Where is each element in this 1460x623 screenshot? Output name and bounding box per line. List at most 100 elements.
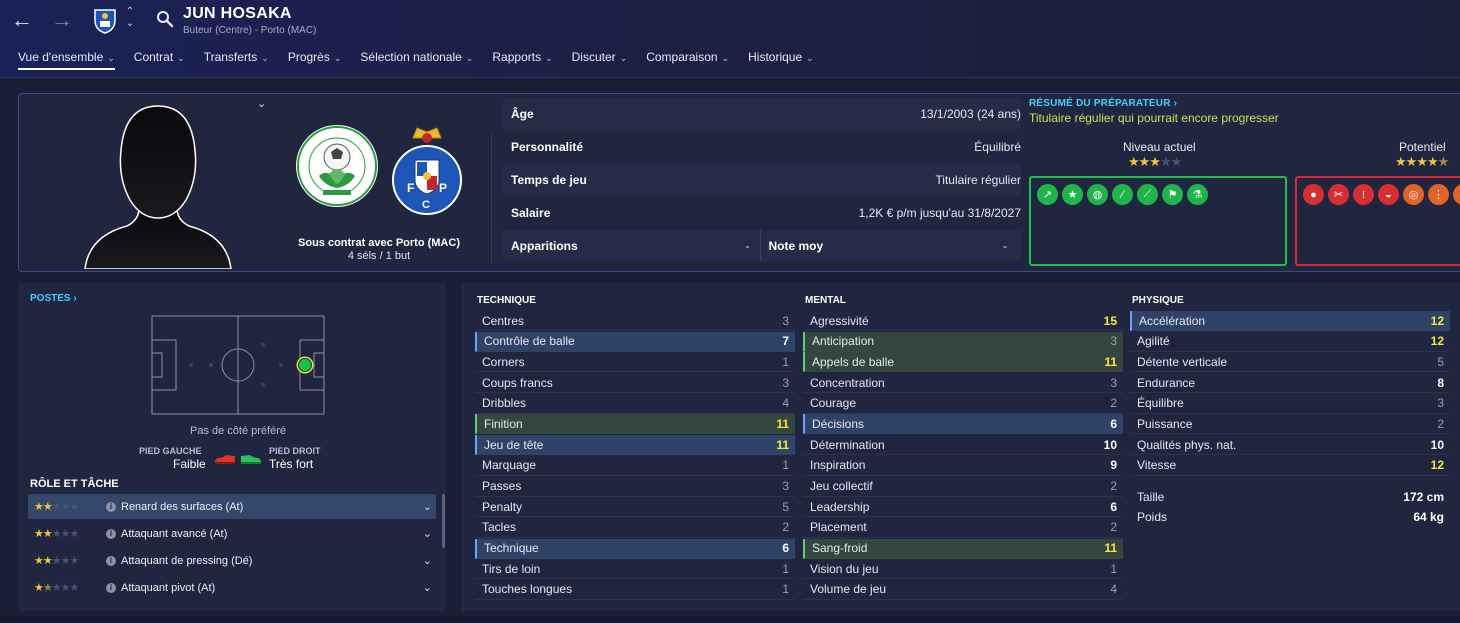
attribute-row[interactable]: Anticipation 3 bbox=[803, 331, 1123, 352]
attribute-row[interactable]: Sang-froid 11 bbox=[803, 538, 1123, 559]
tab-bar: Vue d'ensemble ⌄ Contrat ⌄ Transferts ⌄ Pro… bbox=[10, 48, 825, 70]
positions-panel: POSTES › Pas de côté préféré PIED GAUCHE… bbox=[18, 283, 446, 611]
attribute-row[interactable]: Détente verticale 5 bbox=[1130, 352, 1450, 373]
up-down-icon[interactable]: ⌃ ⌄ bbox=[124, 6, 136, 30]
svg-text:C: C bbox=[422, 199, 430, 211]
tab-national[interactable]: Sélection nationale ⌄ bbox=[352, 48, 481, 70]
tab-progress[interactable]: Progrès ⌄ bbox=[280, 48, 350, 70]
tab-discuss[interactable]: Discuter ⌄ bbox=[564, 48, 636, 70]
attribute-row[interactable]: Qualités phys. nat. 10 bbox=[1130, 435, 1450, 456]
attribute-row[interactable]: Finition 11 bbox=[475, 414, 795, 435]
role-list-scrollbar[interactable] bbox=[442, 494, 445, 548]
trend-up-icon[interactable]: ↗ bbox=[1037, 184, 1058, 205]
tab-reports[interactable]: Rapports ⌄ bbox=[484, 48, 560, 70]
attribute-row[interactable]: Tirs de loin 1 bbox=[475, 559, 795, 580]
flag-icon[interactable]: ⚑ bbox=[1162, 184, 1183, 205]
pitch-diagram bbox=[151, 315, 325, 415]
boot-icon[interactable]: ∕ bbox=[1112, 184, 1133, 205]
attribute-row[interactable]: Passes 3 bbox=[475, 477, 795, 497]
attribute-row[interactable]: Contrôle de balle 7 bbox=[475, 331, 795, 352]
info-icon[interactable]: i bbox=[106, 555, 116, 566]
role-item[interactable]: ★★★★★ i Attaquant pivot (At) ⌄ bbox=[28, 575, 436, 600]
attribute-row[interactable]: Marquage 1 bbox=[475, 456, 795, 476]
info-row-playtime[interactable]: Temps de jeu Titulaire régulier bbox=[503, 164, 1021, 195]
info-row-personality[interactable]: Personnalité Équilibré bbox=[503, 131, 1021, 162]
foot-icon[interactable]: ✂ bbox=[1328, 184, 1349, 205]
attribute-row[interactable]: Vision du jeu 1 bbox=[803, 559, 1123, 580]
tab-comparison[interactable]: Comparaison ⌄ bbox=[638, 48, 737, 70]
attribute-row[interactable]: Endurance 8 bbox=[1130, 373, 1450, 394]
tab-transfers[interactable]: Transferts ⌄ bbox=[196, 48, 277, 70]
attribute-row[interactable]: Volume de jeu 4 bbox=[803, 580, 1123, 600]
attribute-row[interactable]: Tacles 2 bbox=[475, 518, 795, 538]
forward-arrow-icon[interactable]: → bbox=[50, 8, 74, 32]
chevron-down-icon[interactable]: ⌄ bbox=[423, 500, 432, 513]
target-icon[interactable]: ◎ bbox=[1403, 184, 1424, 205]
attribute-row[interactable]: Agilité 12 bbox=[1130, 332, 1450, 352]
chevron-down-icon[interactable]: ⌄ bbox=[423, 581, 432, 594]
chevron-down-icon[interactable]: ⌄ bbox=[423, 554, 432, 567]
attribute-row[interactable]: Équilibre 3 bbox=[1130, 394, 1450, 414]
whistle-icon[interactable]: ! bbox=[1353, 184, 1374, 205]
attribute-row[interactable]: Dribbles 4 bbox=[475, 394, 795, 414]
attribute-value: 6 bbox=[1110, 499, 1117, 514]
info-icon[interactable]: i bbox=[106, 501, 116, 512]
attribute-row[interactable]: Penalty 5 bbox=[475, 497, 795, 518]
attribute-row[interactable]: Touches longues 1 bbox=[475, 580, 795, 600]
chevron-down-icon: ⌄ bbox=[545, 53, 553, 63]
flask-icon[interactable]: ⚗ bbox=[1187, 184, 1208, 205]
attribute-row[interactable]: Leadership 6 bbox=[803, 497, 1123, 518]
attribute-row[interactable]: Concentration 3 bbox=[803, 373, 1123, 394]
attribute-row[interactable]: Courage 2 bbox=[803, 394, 1123, 414]
role-item[interactable]: ★★★★★ i Attaquant avancé (At) ⌄ bbox=[28, 521, 436, 546]
attribute-row[interactable]: Agressivité 15 bbox=[803, 311, 1123, 331]
role-item[interactable]: ★★★★★ i Attaquant de pressing (Dé) ⌄ bbox=[28, 548, 436, 573]
attribute-name: Corners bbox=[482, 354, 525, 369]
info-icon[interactable]: i bbox=[106, 582, 116, 593]
drop-icon[interactable]: ◒ bbox=[1378, 184, 1399, 205]
attribute-value: 8 bbox=[1437, 375, 1444, 390]
coach-summary-link[interactable]: RÉSUMÉ DU PRÉPARATEUR › bbox=[1029, 98, 1460, 109]
footprint-icon[interactable]: ⋮ bbox=[1428, 184, 1449, 205]
brain-icon[interactable]: ◍ bbox=[1087, 184, 1108, 205]
attribute-row[interactable]: Puissance 2 bbox=[1130, 414, 1450, 435]
info-icon[interactable]: i bbox=[106, 528, 116, 539]
club-crest-icon[interactable] bbox=[92, 6, 118, 34]
tab-contract[interactable]: Contrat ⌄ bbox=[126, 48, 193, 70]
attribute-row[interactable]: Technique 6 bbox=[475, 538, 795, 559]
boot-icon[interactable]: ⟋ bbox=[1453, 184, 1460, 205]
attribute-row[interactable]: Vitesse 12 bbox=[1130, 456, 1450, 476]
attribute-row[interactable]: Appels de balle 11 bbox=[803, 352, 1123, 373]
attribute-row[interactable]: Détermination 10 bbox=[803, 435, 1123, 456]
attribute-value: 3 bbox=[782, 479, 789, 493]
attribute-row[interactable]: Coups francs 3 bbox=[475, 373, 795, 394]
boot-icon[interactable]: ⟋ bbox=[1137, 184, 1158, 205]
positions-link[interactable]: POSTES › bbox=[30, 293, 77, 304]
attribute-row[interactable]: Décisions 6 bbox=[803, 414, 1123, 435]
attribute-row[interactable]: Accélération 12 bbox=[1130, 311, 1450, 331]
role-item[interactable]: ★★★★★ i Renard des surfaces (At) ⌄ bbox=[28, 494, 436, 519]
attribute-value: 2 bbox=[782, 520, 789, 535]
star-icon[interactable]: ★ bbox=[1062, 184, 1083, 205]
attribute-value: 15 bbox=[1103, 313, 1117, 328]
height-row: Taille 172 cm bbox=[1137, 490, 1444, 504]
chevron-down-icon: ⌄ bbox=[721, 53, 730, 63]
info-row-salary[interactable]: Salaire 1,2K € p/m jusqu'au 31/8/2027 bbox=[503, 197, 1021, 228]
porto-crest-logo: F P C bbox=[392, 127, 462, 215]
search-icon[interactable] bbox=[156, 10, 174, 28]
attribute-row[interactable]: Centres 3 bbox=[475, 311, 795, 331]
tab-overview[interactable]: Vue d'ensemble ⌄ bbox=[10, 48, 123, 70]
attribute-row[interactable]: Inspiration 9 bbox=[803, 456, 1123, 476]
attribute-row[interactable]: Placement 2 bbox=[803, 518, 1123, 538]
tab-history[interactable]: Historique ⌄ bbox=[740, 48, 822, 70]
chevron-down-icon[interactable]: ⌄ bbox=[257, 97, 266, 110]
physique-title: PHYSIQUE bbox=[1132, 295, 1184, 306]
back-arrow-icon[interactable]: ← bbox=[10, 8, 34, 32]
attribute-row[interactable]: Jeu collectif 2 bbox=[803, 477, 1123, 497]
attribute-row[interactable]: Corners 1 bbox=[475, 352, 795, 373]
chevron-down-icon[interactable]: ⌄ bbox=[423, 527, 432, 540]
attribute-name: Décisions bbox=[812, 416, 865, 431]
coach-summary: RÉSUMÉ DU PRÉPARATEUR › Titulaire réguli… bbox=[1029, 98, 1460, 266]
attribute-row[interactable]: Jeu de tête 11 bbox=[475, 435, 795, 456]
ball-icon[interactable]: ● bbox=[1303, 184, 1324, 205]
